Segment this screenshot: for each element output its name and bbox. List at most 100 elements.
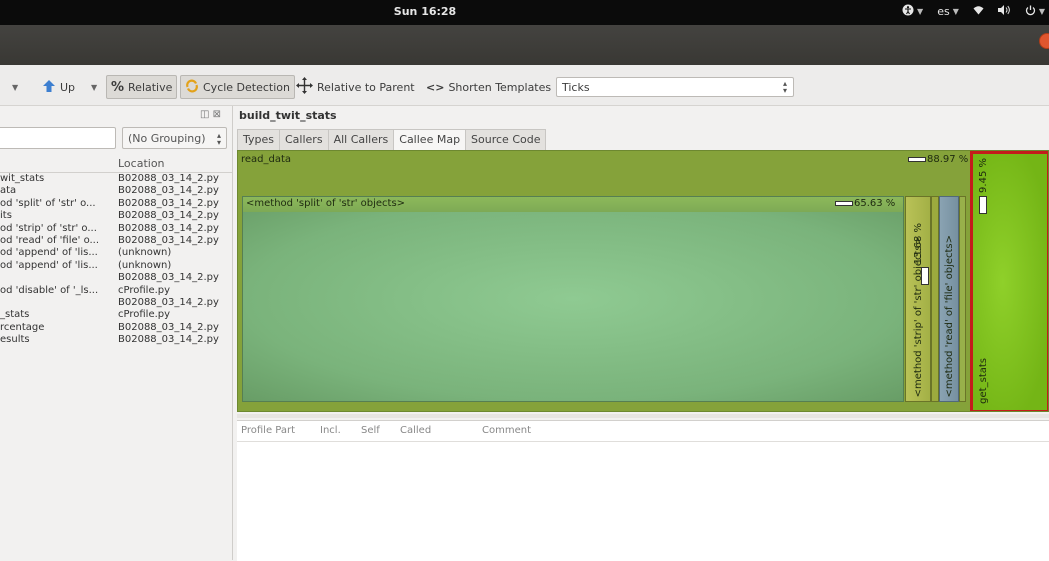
horizontal-splitter[interactable] bbox=[237, 414, 1049, 418]
system-tray: ▼ es ▼ ▼ bbox=[902, 4, 1045, 19]
table-row[interactable]: its B02088_03_14_2.py bbox=[0, 210, 232, 222]
table-row[interactable]: od 'strip' of 'str' o... B02088_03_14_2.p… bbox=[0, 223, 232, 235]
split-percent: 65.63 % bbox=[835, 198, 895, 209]
back-dropdown[interactable]: ▼ bbox=[12, 76, 18, 98]
table-row[interactable]: B02088_03_14_2.py bbox=[0, 297, 232, 309]
location-cell: (unknown) bbox=[118, 259, 172, 271]
profile-parts-table[interactable]: Profile Part Incl. Self Called Comment bbox=[237, 420, 1049, 561]
window-titlebar[interactable] bbox=[0, 25, 1049, 65]
cycle-detection-label: Cycle Detection bbox=[203, 80, 290, 94]
function-detail-panel: build_twit_stats Types Callers All Calle… bbox=[237, 106, 1049, 561]
relative-toggle[interactable]: % Relative bbox=[106, 75, 178, 99]
up-button[interactable]: Up bbox=[42, 76, 75, 98]
table-row[interactable]: _stats cProfile.py bbox=[0, 309, 232, 321]
function-list[interactable]: Location wit_stats B02088_03_14_2.py ata B0… bbox=[0, 156, 232, 346]
function-name-cell: its bbox=[0, 210, 12, 222]
sound-menu[interactable] bbox=[997, 5, 1011, 18]
function-name-cell: od 'read' of 'file' o... bbox=[0, 234, 100, 246]
chevron-down-icon: ▼ bbox=[917, 7, 924, 16]
function-name-cell: od 'append' of 'lis... bbox=[0, 259, 98, 271]
location-cell: B02088_03_14_2.py bbox=[118, 334, 219, 346]
event-type-select[interactable]: Ticks ▴ ▾ bbox=[556, 77, 794, 97]
column-self[interactable]: Self bbox=[361, 425, 380, 436]
shorten-templates-toggle[interactable]: <> Shorten Templates bbox=[426, 76, 551, 98]
tab-callee-map[interactable]: Callee Map bbox=[393, 129, 467, 151]
location-cell: B02088_03_14_2.py bbox=[118, 272, 219, 284]
callee-box-split[interactable] bbox=[242, 196, 904, 402]
event-type-value: Ticks bbox=[562, 80, 590, 94]
search-input[interactable] bbox=[0, 127, 116, 149]
location-cell: cProfile.py bbox=[118, 284, 171, 296]
up-dropdown[interactable]: ▼ bbox=[91, 76, 97, 98]
callee-box-split-header[interactable]: <method 'split' of 'str' objects> 65.63 … bbox=[242, 196, 904, 212]
callee-box-read[interactable]: <method 'read' of 'file' objects> bbox=[939, 196, 959, 402]
table-row[interactable]: B02088_03_14_2.py bbox=[0, 272, 232, 284]
callee-box-get-stats[interactable]: get_stats 9.45 % bbox=[970, 151, 1048, 411]
toolbar: ▼ Up ▼ % Relative Cycle Detection Relati… bbox=[0, 65, 1049, 106]
location-cell: cProfile.py bbox=[118, 309, 171, 321]
move-arrows-icon bbox=[296, 77, 313, 97]
column-comment[interactable]: Comment bbox=[482, 425, 531, 436]
window-close-button[interactable] bbox=[1039, 33, 1049, 49]
location-column-header[interactable]: Location bbox=[118, 157, 165, 170]
speaker-icon bbox=[997, 5, 1011, 18]
chevron-down-icon: ▼ bbox=[1038, 7, 1045, 16]
function-name-cell: od 'append' of 'lis... bbox=[0, 247, 98, 259]
table-row[interactable]: rcentage B02088_03_14_2.py bbox=[0, 322, 232, 334]
table-row[interactable]: ata B02088_03_14_2.py bbox=[0, 185, 232, 197]
system-top-panel: Sun 16:28 ▼ es ▼ ▼ bbox=[0, 0, 1049, 25]
up-arrow-icon bbox=[42, 79, 56, 96]
cost-bar-icon bbox=[835, 201, 853, 206]
table-row[interactable]: esults B02088_03_14_2.py bbox=[0, 334, 232, 346]
tab-source-code[interactable]: Source Code bbox=[465, 129, 547, 150]
keyboard-layout-label: es bbox=[937, 5, 950, 18]
get-stats-label: get_stats bbox=[978, 358, 989, 404]
cost-bar-icon bbox=[921, 267, 929, 285]
column-called[interactable]: Called bbox=[400, 425, 431, 436]
relative-to-parent-label: Relative to Parent bbox=[317, 80, 415, 94]
detail-tabs: Types Callers All Callers Callee Map Sou… bbox=[237, 129, 547, 151]
power-icon bbox=[1025, 5, 1036, 19]
chevron-updown-icon: ▴ ▾ bbox=[216, 131, 221, 147]
table-row[interactable]: wit_stats B02088_03_14_2.py bbox=[0, 173, 232, 185]
table-row[interactable]: od 'split' of 'str' o... B02088_03_14_2.p… bbox=[0, 198, 232, 210]
table-row[interactable]: od 'append' of 'lis... (unknown) bbox=[0, 247, 232, 259]
table-row[interactable]: od 'append' of 'lis... (unknown) bbox=[0, 260, 232, 272]
chevron-down-icon: ▼ bbox=[952, 7, 959, 16]
callee-box-small[interactable] bbox=[931, 196, 939, 402]
panel-splitter[interactable] bbox=[232, 106, 233, 560]
function-name-cell: wit_stats bbox=[0, 173, 45, 184]
callee-map[interactable]: read_data 88.97 % <method 'split' of 'st… bbox=[237, 150, 1049, 412]
accessibility-icon bbox=[902, 4, 914, 19]
up-button-label: Up bbox=[60, 80, 76, 94]
cycle-detection-toggle[interactable]: Cycle Detection bbox=[180, 75, 295, 99]
location-cell: B02088_03_14_2.py bbox=[118, 210, 219, 222]
network-menu[interactable] bbox=[973, 5, 984, 18]
location-cell: B02088_03_14_2.py bbox=[118, 173, 219, 184]
cost-bar-icon bbox=[979, 196, 987, 214]
function-title: build_twit_stats bbox=[239, 109, 337, 122]
function-name-cell: rcentage bbox=[0, 321, 45, 333]
grouping-select[interactable]: (No Grouping) ▴ ▾ bbox=[122, 127, 227, 149]
relative-to-parent-toggle[interactable]: Relative to Parent bbox=[296, 76, 415, 98]
tab-callers[interactable]: Callers bbox=[279, 129, 329, 150]
table-row[interactable]: od 'disable' of '_ls... cProfile.py bbox=[0, 285, 232, 297]
location-cell: (unknown) bbox=[118, 247, 172, 259]
location-cell: B02088_03_14_2.py bbox=[118, 234, 219, 246]
tab-all-callers[interactable]: All Callers bbox=[327, 129, 395, 150]
column-profile-part[interactable]: Profile Part bbox=[241, 425, 295, 436]
chevron-down-icon: ▼ bbox=[91, 82, 98, 92]
column-incl[interactable]: Incl. bbox=[320, 425, 341, 436]
get-stats-percent: 9.45 % bbox=[978, 158, 989, 193]
callee-box-small-2[interactable] bbox=[959, 196, 966, 402]
callee-box-strip[interactable]: <method 'strip' of 'str' objects> 13.68 … bbox=[905, 196, 931, 402]
accessibility-menu[interactable]: ▼ bbox=[902, 4, 923, 19]
location-cell: B02088_03_14_2.py bbox=[118, 222, 219, 234]
power-menu[interactable]: ▼ bbox=[1025, 5, 1045, 19]
tab-types[interactable]: Types bbox=[237, 129, 280, 150]
keyboard-layout-menu[interactable]: es ▼ bbox=[937, 5, 959, 18]
function-name-cell: od 'split' of 'str' o... bbox=[0, 197, 96, 209]
table-row[interactable]: od 'read' of 'file' o... B02088_03_14_2.p… bbox=[0, 235, 232, 247]
panel-float-close-icons[interactable]: ◫ ⊠ bbox=[200, 109, 221, 120]
clock[interactable]: Sun 16:28 bbox=[0, 5, 850, 18]
